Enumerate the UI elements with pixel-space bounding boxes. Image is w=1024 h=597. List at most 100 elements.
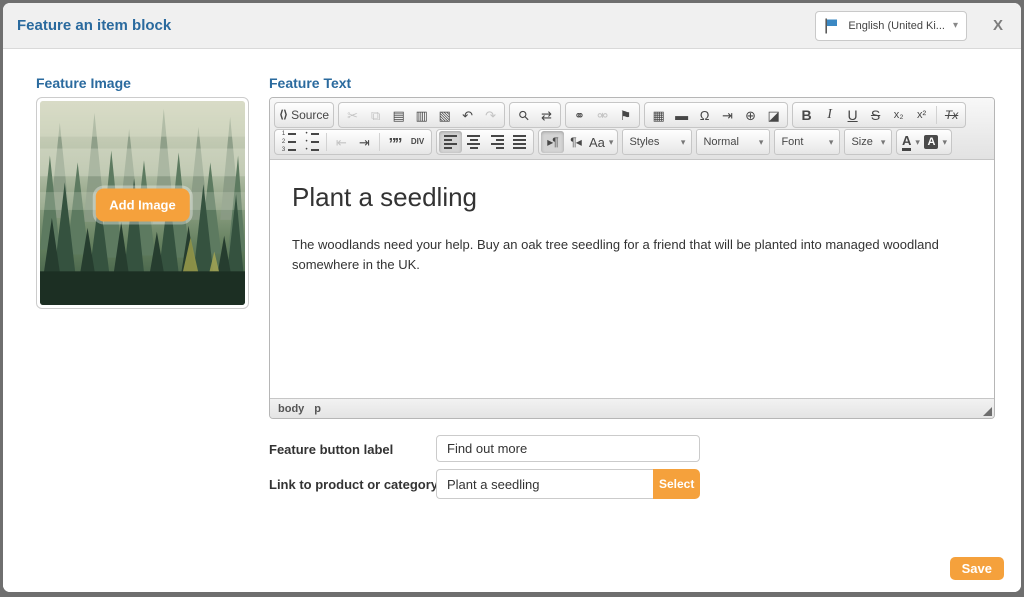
select-button[interactable]: Select bbox=[653, 469, 700, 499]
resize-handle[interactable] bbox=[983, 407, 992, 416]
editor-toolbar-row: 1 2 3 • • • ⇤ ⇥”” DIV ▸¶ ¶◂ Aa ▾ Styles ▾ Normal ▾ Font ▾ S… bbox=[274, 129, 990, 155]
feature-text-heading: Feature Text bbox=[269, 75, 352, 91]
toolbar-group-document: ⟨⟩ Source bbox=[274, 102, 335, 128]
undo-button[interactable]: ↶ bbox=[456, 104, 479, 126]
page-break-button[interactable]: ⇥ bbox=[716, 104, 739, 126]
copy-button: ⧉ bbox=[364, 104, 387, 126]
horizontal-rule-button[interactable]: ▬ bbox=[670, 104, 693, 126]
underline-button[interactable]: U bbox=[841, 104, 864, 126]
size-dropdown[interactable]: Size ▾ bbox=[844, 129, 893, 155]
div-container-icon: DIV bbox=[410, 137, 425, 146]
chevron-down-icon: ▾ bbox=[880, 136, 886, 147]
align-justify-button[interactable] bbox=[508, 131, 531, 153]
feature-button-label: Feature button label bbox=[269, 442, 394, 457]
link-to-product-input[interactable] bbox=[436, 469, 653, 499]
table-button[interactable]: ▦ bbox=[647, 104, 670, 126]
table-icon: ▦ bbox=[652, 107, 665, 123]
chevron-down-icon: ▾ bbox=[680, 136, 686, 147]
element-path-p[interactable]: p bbox=[314, 403, 321, 415]
anchor-button[interactable]: ⚑ bbox=[614, 104, 637, 126]
toolbar-group-font-dd: Font ▾ bbox=[774, 129, 841, 155]
chevron-down-icon: ▾ bbox=[608, 136, 614, 147]
text-color-button[interactable]: A ▾ bbox=[899, 131, 922, 153]
paste-text-icon: ▥ bbox=[415, 107, 428, 123]
align-left-button[interactable] bbox=[439, 131, 462, 153]
indent-button[interactable]: ⇥ bbox=[353, 131, 376, 153]
outdent-button: ⇤ bbox=[330, 131, 353, 153]
iframe-button[interactable]: ⊕ bbox=[739, 104, 762, 126]
redo-icon: ↷ bbox=[485, 107, 497, 123]
toolbar-separator bbox=[326, 133, 327, 151]
blockquote-icon: ”” bbox=[388, 135, 403, 153]
source-label: Source bbox=[291, 108, 330, 122]
language-button[interactable]: Aa ▾ bbox=[587, 131, 615, 153]
numbered-list-icon: 123 bbox=[281, 131, 296, 153]
rtl-button[interactable]: ¶◂ bbox=[564, 131, 587, 153]
editor-status-bar: body p bbox=[270, 398, 994, 418]
remove-format-icon: Tx bbox=[944, 108, 959, 122]
paste-icon: ▤ bbox=[392, 107, 405, 123]
horizontal-rule-icon: ▬ bbox=[675, 107, 689, 123]
bg-color-button[interactable]: A ▾ bbox=[922, 131, 949, 153]
format-dropdown[interactable]: Normal ▾ bbox=[696, 129, 771, 155]
size-dropdown-value: Size bbox=[851, 136, 873, 148]
toolbar-separator bbox=[936, 106, 938, 124]
editor-toolbar: ⟨⟩ Source ✂ ⧉ ▤ ▥ ▧ ↶ ↷ ⚲ ⇄ ⚭ ⚮ ⚑ ▦ ▬ Ω ⇥ ⊕ ◪ B I U Sx₂ x² Tx 123… bbox=[270, 98, 994, 160]
dialog-body: Feature Image Feature Text Add Image ⟨⟩ … bbox=[3, 49, 1021, 592]
styles-dropdown[interactable]: Styles ▾ bbox=[622, 129, 693, 155]
div-container-button[interactable]: DIV bbox=[406, 131, 429, 153]
subscript-button[interactable]: x₂ bbox=[887, 104, 910, 126]
font-dropdown[interactable]: Font ▾ bbox=[774, 129, 841, 155]
ltr-icon: ▸¶ bbox=[547, 135, 559, 149]
strike-button[interactable]: S bbox=[864, 104, 887, 126]
source-button[interactable]: ⟨⟩ Source bbox=[277, 104, 331, 126]
toolbar-group-clipboard: ✂ ⧉ ▤ ▥ ▧ ↶ ↷ bbox=[338, 102, 506, 128]
bullet-list-button[interactable]: • • • bbox=[300, 131, 323, 153]
bg-color-icon: A bbox=[924, 135, 939, 149]
cut-button: ✂ bbox=[341, 104, 364, 126]
paste-word-button[interactable]: ▧ bbox=[433, 104, 456, 126]
indent-icon: ⇥ bbox=[359, 134, 370, 150]
anchor-icon: ⚑ bbox=[619, 107, 632, 123]
add-image-button[interactable]: Add Image bbox=[95, 188, 190, 222]
content-heading: Plant a seedling bbox=[292, 182, 478, 212]
forest-image: Add Image bbox=[40, 101, 245, 305]
superscript-button[interactable]: x² bbox=[910, 104, 933, 126]
format-dropdown-value: Normal bbox=[703, 136, 739, 148]
special-char-button[interactable]: Ω bbox=[693, 104, 716, 126]
save-button[interactable]: Save bbox=[949, 557, 1004, 580]
numbered-list-button[interactable]: 123 bbox=[277, 131, 300, 153]
replace-button[interactable]: ⇄ bbox=[535, 104, 558, 126]
chevron-down-icon: ▾ bbox=[952, 20, 958, 31]
bold-button[interactable]: B bbox=[795, 104, 818, 126]
font-dropdown-value: Font bbox=[781, 136, 804, 148]
screen-background: Feature an item block English (United Ki… bbox=[0, 0, 1024, 597]
toolbar-group-colors: A ▾ A ▾ bbox=[896, 129, 952, 155]
italic-button[interactable]: I bbox=[818, 104, 841, 126]
language-selector[interactable]: English (United Ki... ▾ bbox=[815, 10, 967, 41]
element-path-body[interactable]: body bbox=[278, 403, 304, 415]
link-button[interactable]: ⚭ bbox=[568, 104, 591, 126]
paste-text-button[interactable]: ▥ bbox=[410, 104, 433, 126]
image-button[interactable]: ◪ bbox=[762, 104, 785, 126]
image-icon: ◪ bbox=[767, 107, 780, 123]
find-icon: ⚲ bbox=[514, 106, 533, 124]
paste-word-icon: ▧ bbox=[438, 107, 451, 123]
align-justify-icon bbox=[513, 135, 527, 150]
editor-content[interactable]: Plant a seedling The woodlands need your… bbox=[270, 160, 994, 398]
flag-icon bbox=[822, 17, 840, 35]
copy-icon: ⧉ bbox=[370, 107, 381, 123]
feature-image-heading: Feature Image bbox=[36, 75, 131, 91]
align-right-button[interactable] bbox=[485, 131, 508, 153]
ltr-button[interactable]: ▸¶ bbox=[541, 131, 564, 153]
find-button[interactable]: ⚲ bbox=[512, 104, 535, 126]
chevron-down-icon: ▾ bbox=[942, 136, 947, 147]
remove-format-button[interactable]: Tx bbox=[940, 104, 963, 126]
strike-icon: S bbox=[870, 107, 881, 123]
close-button[interactable]: X bbox=[989, 15, 1007, 36]
feature-button-label-input[interactable] bbox=[436, 435, 700, 462]
toolbar-group-size-dd: Size ▾ bbox=[844, 129, 893, 155]
align-center-button[interactable] bbox=[462, 131, 485, 153]
blockquote-button[interactable]: ”” bbox=[383, 131, 406, 153]
paste-button[interactable]: ▤ bbox=[387, 104, 410, 126]
